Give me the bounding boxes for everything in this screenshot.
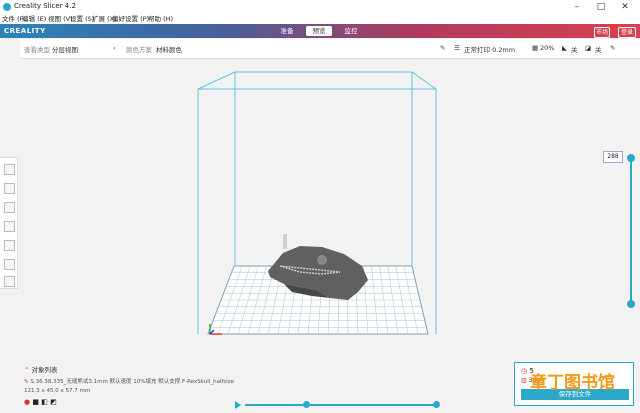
object-color-icon[interactable]: ● xyxy=(24,398,30,406)
title-bar: Creality Slicer 4.2 – □ ✕ xyxy=(0,0,640,14)
view-type-label: 查看类型 xyxy=(24,46,50,54)
pencil-icon[interactable]: ✎ xyxy=(440,44,445,52)
window-title: Creality Slicer 4.2 xyxy=(14,2,76,10)
collapse-icon[interactable]: ‹ xyxy=(113,44,116,52)
close-icon[interactable]: ✕ xyxy=(616,1,634,13)
menu-help[interactable]: 帮助 (H) xyxy=(148,14,173,24)
menu-view[interactable]: 视图 (V) xyxy=(48,14,73,24)
infill-icon: ▦ xyxy=(532,44,539,52)
tab-preview[interactable]: 预览 xyxy=(306,26,332,36)
watermark-text: 章丁图书馆 xyxy=(530,373,615,393)
model-dimensions: 121.3 x 45.0 x 57.7 mm xyxy=(24,388,91,394)
layer-slider-bottom-handle[interactable] xyxy=(627,300,635,308)
edit-settings-icon[interactable]: ✎ xyxy=(610,44,615,52)
path-slider-track[interactable] xyxy=(245,404,435,406)
color-scheme-label: 颜色方案 xyxy=(126,46,152,54)
chevron-up-icon: ⌃ xyxy=(24,366,32,374)
play-icon[interactable] xyxy=(235,401,241,409)
object-list-toggle[interactable]: ⌃ 对象列表 xyxy=(24,364,58,374)
infill-value[interactable]: 20% xyxy=(540,44,554,52)
adhesion-icon: ◪ xyxy=(585,44,592,52)
header-bar: CREALITY 准备 预览 监控 市场 登录 xyxy=(0,24,640,38)
settings-icon: ☰ xyxy=(454,44,460,52)
adhesion-value[interactable]: 关 xyxy=(595,44,602,54)
object-stop-icon[interactable]: ■ xyxy=(32,398,39,406)
notification-badge xyxy=(610,24,616,30)
support-icon: ◣ xyxy=(562,44,567,52)
menu-bar: 文件 (F) 编辑 (E) 视图 (V) 设置 (S) 扩展 (X) 偏好设置 … xyxy=(0,14,640,24)
login-button[interactable]: 登录 xyxy=(618,27,636,38)
material-icon: ▥ xyxy=(521,377,529,384)
view-type-select[interactable]: 分层视图 xyxy=(52,44,78,54)
options-bar: 查看类型 分层视图 ‹ 颜色方案 材料颜色 ✎ ☰ 正常打印 0.2mm ▦ 2… xyxy=(20,39,640,59)
tab-monitor[interactable]: 监控 xyxy=(338,26,364,36)
color-scheme-select[interactable]: 材料颜色 xyxy=(156,44,182,54)
maximize-icon[interactable]: □ xyxy=(592,1,610,13)
object-view-icon[interactable]: ◧ xyxy=(41,398,48,406)
file-name: S.36.38.335_无缝熊试3.1mm 默认速度 10%填充 默认支撑 F-… xyxy=(30,379,235,385)
object-list-label: 对象列表 xyxy=(31,366,58,374)
object-layer-icon[interactable]: ◩ xyxy=(50,398,57,406)
app-icon xyxy=(3,3,11,11)
build-volume-viewport[interactable] xyxy=(0,58,640,358)
brand-logo: CREALITY xyxy=(4,27,46,35)
path-slider-handle[interactable] xyxy=(303,401,310,408)
tab-prepare[interactable]: 准备 xyxy=(274,26,300,36)
print-profile[interactable]: 正常打印 0.2mm xyxy=(464,44,515,54)
menu-settings[interactable]: 设置 (S) xyxy=(70,14,94,24)
path-slider-end-handle[interactable] xyxy=(433,401,440,408)
marketplace-button[interactable]: 市场 xyxy=(594,27,610,38)
layer-number[interactable]: 288 xyxy=(603,151,623,163)
menu-edit[interactable]: 编辑 (E) xyxy=(22,14,46,24)
support-value[interactable]: 关 xyxy=(571,44,578,54)
layer-slider-top-handle[interactable] xyxy=(627,154,635,162)
minimize-icon[interactable]: – xyxy=(568,1,586,13)
layer-slider-track[interactable] xyxy=(630,158,632,304)
menu-preferences[interactable]: 偏好设置 (P) xyxy=(112,14,149,24)
